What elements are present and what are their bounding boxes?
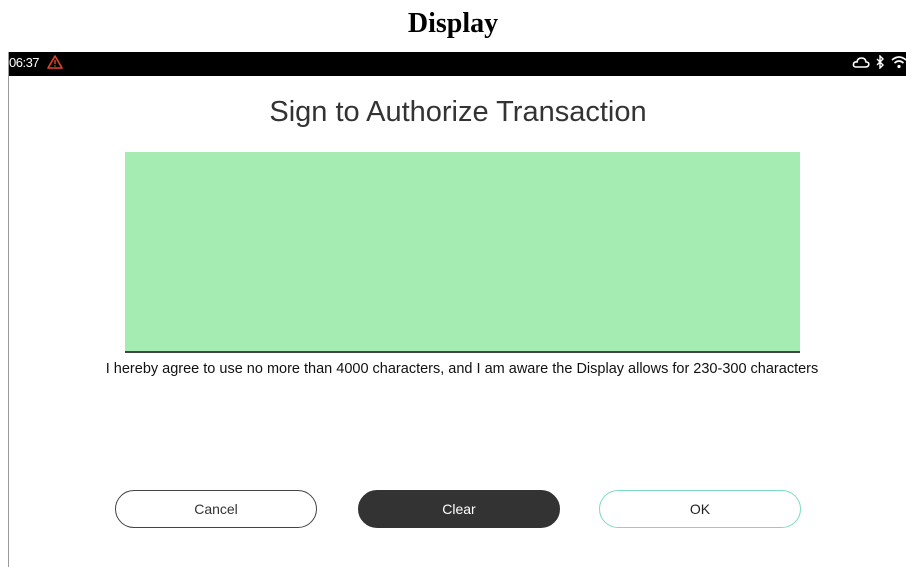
cloud-icon: [852, 55, 870, 74]
page-caption: Display: [407, 8, 499, 39]
wifi-icon: [891, 55, 906, 74]
bluetooth-icon: [876, 54, 885, 74]
ok-button[interactable]: OK: [599, 490, 801, 528]
device-screen: 06:37 Sign to Authorize Transaction I he…: [8, 52, 906, 567]
status-time: 06:37: [9, 55, 40, 70]
warning-icon: [47, 55, 63, 74]
cancel-button[interactable]: Cancel: [115, 490, 317, 528]
screen-title: Sign to Authorize Transaction: [269, 96, 647, 128]
signature-pad[interactable]: [125, 152, 800, 353]
status-bar: 06:37: [9, 52, 906, 76]
agreement-text: I hereby agree to use no more than 4000 …: [105, 361, 819, 377]
status-icons: [852, 54, 906, 74]
clear-button[interactable]: Clear: [358, 490, 560, 528]
